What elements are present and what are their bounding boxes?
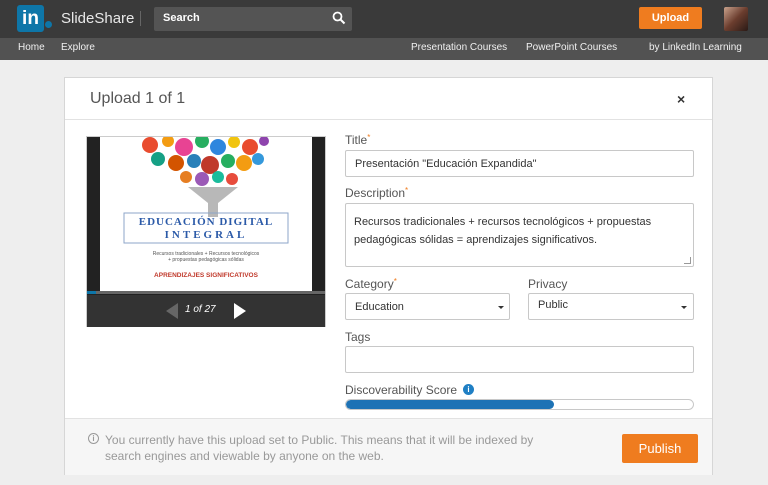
nav-explore[interactable]: Explore	[61, 42, 95, 53]
upload-modal: Upload 1 of 1 × EDUCACIÓN DIGITAL INTEGR…	[64, 77, 713, 475]
required-marker: *	[405, 186, 409, 195]
modal-title: Upload 1 of 1	[90, 90, 186, 107]
resize-handle-icon[interactable]	[684, 257, 691, 264]
search-input[interactable]: Search	[154, 7, 352, 31]
icon-cloud-icon	[142, 137, 269, 217]
nav-home[interactable]: Home	[18, 42, 45, 53]
discoverability-score-fill	[346, 400, 555, 409]
search-icon[interactable]	[332, 11, 346, 25]
privacy-label: Privacy	[528, 277, 567, 291]
avatar[interactable]	[724, 7, 748, 31]
tags-label-text: Tags	[345, 330, 371, 344]
nav-linkedin-learning[interactable]: by LinkedIn Learning	[649, 42, 742, 53]
discoverability-score-bar	[345, 399, 694, 410]
category-select[interactable]: Education	[345, 293, 510, 320]
description-label-text: Description	[345, 186, 406, 200]
info-icon[interactable]: i	[463, 384, 474, 395]
previous-slide-icon[interactable]	[166, 303, 178, 319]
title-label-text: Title	[345, 133, 368, 147]
modal-header: Upload 1 of 1 ×	[65, 78, 712, 120]
slide-illustration: EDUCACIÓN DIGITAL INTEGRAL Recursos trad…	[123, 137, 289, 279]
slide-image: EDUCACIÓN DIGITAL INTEGRAL Recursos trad…	[100, 137, 312, 292]
search-placeholder: Search	[163, 12, 200, 24]
next-slide-icon[interactable]	[234, 303, 246, 319]
slide-title-line-1: EDUCACIÓN DIGITAL	[139, 216, 273, 228]
title-label: Title*	[345, 133, 370, 147]
slide-pager: 1 of 27	[87, 295, 325, 327]
category-value: Education	[355, 301, 404, 313]
slide-preview: EDUCACIÓN DIGITAL INTEGRAL Recursos trad…	[86, 136, 326, 327]
discoverability-label: Discoverability Score	[345, 383, 457, 397]
slide-progress-bar	[87, 291, 325, 294]
slide-progress-fill	[87, 291, 96, 294]
linkedin-logo[interactable]: in	[17, 5, 44, 32]
upload-button[interactable]: Upload	[639, 7, 702, 29]
description-value: Recursos tradicionales + recursos tecnol…	[354, 216, 652, 246]
page-count: 1 of 27	[185, 304, 216, 315]
logo-dot-icon	[45, 21, 52, 28]
sub-navigation: Home Explore Presentation Courses PowerP…	[0, 38, 768, 60]
nav-powerpoint-courses[interactable]: PowerPoint Courses	[526, 42, 617, 53]
required-marker: *	[367, 133, 371, 142]
chevron-down-icon	[681, 306, 687, 309]
public-notice: You currently have this upload set to Pu…	[105, 433, 534, 463]
top-bar: in SlideShare Search Upload	[0, 0, 768, 38]
required-marker: *	[393, 277, 397, 286]
publish-button[interactable]: Publish	[622, 434, 698, 463]
tags-label: Tags	[345, 330, 370, 344]
privacy-value: Public	[538, 299, 568, 311]
brand-name[interactable]: SlideShare	[61, 10, 134, 27]
nav-presentation-courses[interactable]: Presentation Courses	[411, 42, 507, 53]
chevron-down-icon	[498, 306, 504, 309]
slide-title-line-2: INTEGRAL	[165, 229, 248, 241]
slide-bottom-text: APRENDIZAJES SIGNIFICATIVOS	[154, 272, 259, 279]
info-icon: i	[88, 433, 99, 444]
category-label-text: Category	[345, 277, 394, 291]
discoverability-label-text: Discoverability Score	[345, 383, 458, 397]
slide-subtitle-line-2: + propuestas pedagógicas sólidas	[168, 257, 244, 263]
tags-input[interactable]	[345, 346, 694, 373]
description-field[interactable]: Recursos tradicionales + recursos tecnol…	[345, 203, 694, 267]
divider	[140, 11, 141, 26]
category-label: Category*	[345, 277, 397, 291]
title-field[interactable]: Presentación "Educación Expandida"	[345, 150, 694, 177]
privacy-label-text: Privacy	[528, 277, 568, 291]
privacy-select[interactable]: Public	[528, 293, 694, 320]
description-label: Description*	[345, 186, 408, 200]
modal-footer: i You currently have this upload set to …	[65, 418, 712, 475]
title-value: Presentación "Educación Expandida"	[355, 158, 537, 170]
close-icon[interactable]: ×	[677, 91, 685, 107]
